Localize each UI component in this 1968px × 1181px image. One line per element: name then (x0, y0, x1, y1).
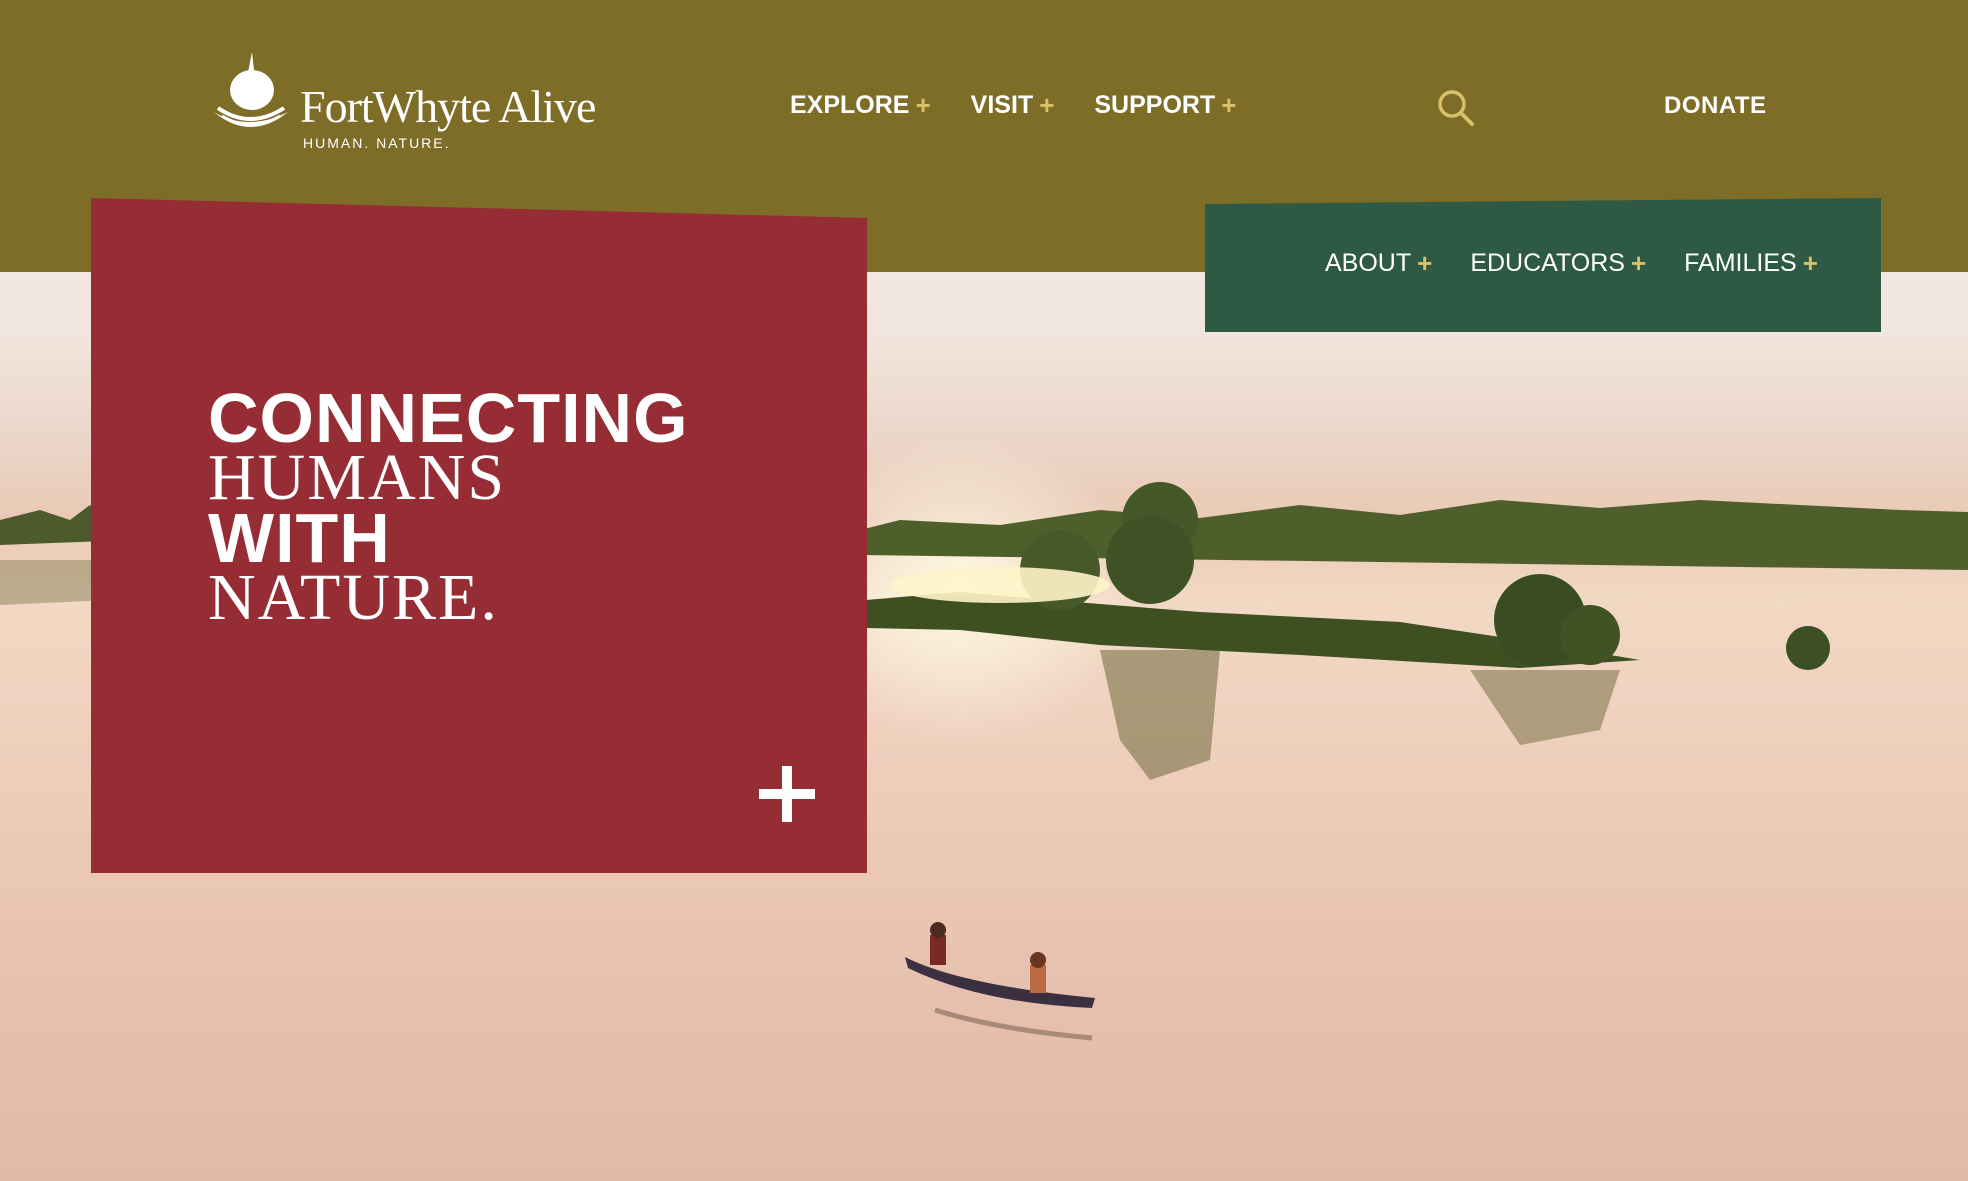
subnav-about[interactable]: ABOUT + (1325, 248, 1432, 279)
subnav-educators-label: EDUCATORS (1470, 249, 1625, 277)
subnav-families-label: FAMILIES (1684, 249, 1797, 277)
search-icon (1438, 90, 1474, 126)
nav-explore-label: EXPLORE (790, 91, 910, 119)
headline-line-3: WITH (208, 499, 391, 577)
nest-logo-icon (214, 52, 288, 127)
nav-support[interactable]: SUPPORT + (1094, 90, 1236, 121)
plus-icon: + (1630, 248, 1647, 278)
headline-line-4: NATURE. (208, 561, 499, 634)
hero-headline: CONNECTING HUMANS WITH NATURE. (208, 379, 689, 634)
nav-visit-label: VISIT (970, 91, 1034, 119)
donate-link[interactable]: DONATE (1664, 92, 1767, 120)
secondary-nav: ABOUT + EDUCATORS + FAMILIES + (1205, 198, 1881, 332)
plus-icon: + (1417, 248, 1433, 278)
brand-name: FortWhyte Alive (300, 81, 596, 132)
headline-line-1: CONNECTING (208, 379, 689, 457)
subnav-educators[interactable]: EDUCATORS + (1470, 248, 1646, 279)
plus-icon: + (1802, 248, 1818, 278)
main-nav: EXPLORE + VISIT + SUPPORT + (790, 90, 1236, 121)
plus-icon: + (1221, 90, 1237, 120)
search-button[interactable] (1436, 88, 1476, 128)
expand-plus-icon[interactable] (759, 766, 815, 822)
nav-visit[interactable]: VISIT + (971, 90, 1055, 121)
brand-tagline: HUMAN. NATURE. (303, 135, 451, 151)
site-logo[interactable]: FortWhyte Alive HUMAN. NATURE. (208, 50, 618, 154)
nav-support-label: SUPPORT (1094, 91, 1216, 119)
subnav-about-label: ABOUT (1325, 249, 1412, 277)
nav-explore[interactable]: EXPLORE + (790, 90, 931, 121)
plus-icon: + (915, 90, 931, 120)
hero-feature-panel: CONNECTING HUMANS WITH NATURE. (91, 198, 867, 873)
subnav-families[interactable]: FAMILIES + (1684, 248, 1818, 279)
plus-icon: + (1039, 90, 1055, 120)
